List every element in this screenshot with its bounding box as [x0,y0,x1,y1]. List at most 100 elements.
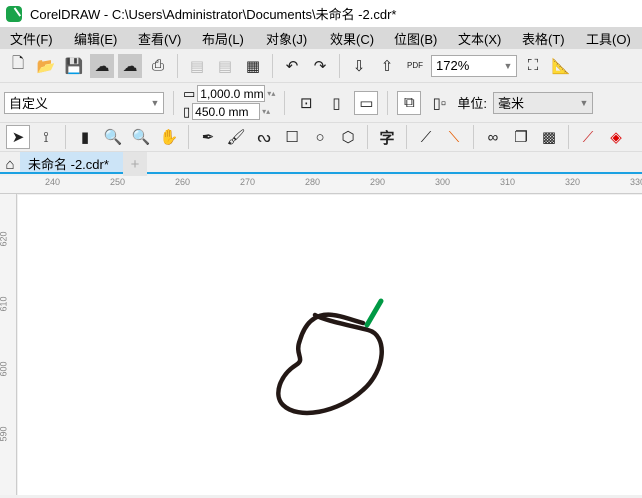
import-icon[interactable]: ⇩ [347,54,371,78]
line-tool-icon[interactable]: ⟋ [414,125,438,149]
ruler-label: 330 [630,177,642,187]
ellipse-tool-icon[interactable]: ○ [308,125,332,149]
page-dimensions: ▭ ▾▴ ▯ ▾▴ [183,85,275,120]
polygon-tool-icon[interactable]: ⬡ [336,125,360,149]
new-document-icon[interactable]: 🗋 [6,54,30,78]
vertical-ruler[interactable]: 620 610 600 590 [0,194,17,495]
units-label: 单位: [457,96,487,111]
pick-tool-icon[interactable]: ➤ [6,125,30,149]
eyedropper-tool-icon[interactable]: ⟋ [576,125,600,149]
text-tool-icon[interactable]: 字 [375,125,399,149]
width-icon: ▭ [183,85,196,101]
height-icon: ▯ [183,103,191,119]
save-icon[interactable]: 💾 [62,54,86,78]
height-spinner[interactable]: ▾▴ [262,107,270,116]
cloud-upload-icon[interactable]: ☁ [118,53,142,78]
ruler-label: 240 [45,177,61,187]
drawing-canvas[interactable] [18,195,642,495]
menu-bar: 文件(F) 编辑(E) 查看(V) 布局(L) 对象(J) 效果(C) 位图(B… [0,27,642,49]
divider [65,125,66,149]
units-value: 毫米 [497,96,524,111]
title-bar: CorelDRAW - C:\Users\Administrator\Docum… [0,0,642,27]
zoom-out-tool-icon[interactable]: 🔍 [129,125,153,149]
drawing [276,298,384,416]
blend-tool-icon[interactable]: ∞ [481,125,505,149]
print-icon[interactable]: ⎙ [146,54,170,78]
zoom-value: 172% [436,58,470,73]
add-tab-icon[interactable]: + [123,152,147,176]
redo-icon[interactable]: ↷ [308,54,332,78]
rectangle-tool-icon[interactable]: ☐ [280,125,304,149]
cloud-download-icon[interactable]: ☁ [90,53,114,78]
ruler-label: 610 [0,296,9,312]
divider [177,53,178,78]
menu-tools[interactable]: 工具(O) [576,29,640,48]
undo-icon[interactable]: ↶ [280,54,304,78]
tab-label: 未命名 -2.cdr* [28,157,109,172]
page-size-value: 自定义 [9,96,49,111]
ruler-label: 310 [500,177,516,187]
shape-tool-icon[interactable]: ⟟ [34,125,58,149]
width-spinner[interactable]: ▾▴ [267,89,275,98]
shadow-tool-icon[interactable]: ❐ [509,125,533,149]
divider [284,90,286,115]
paste-icon[interactable]: ▦ [241,54,265,78]
menu-view[interactable]: 查看(V) [128,29,192,48]
open-icon[interactable]: 📂 [34,54,58,78]
menu-table[interactable]: 表格(T) [512,29,576,48]
menu-text[interactable]: 文本(X) [448,29,512,48]
toolbox: ➤ ⟟ ▮ 🔍 🔍 ✋ ✒ 🖌 ᔓ ☐ ○ ⬡ 字 ⟋ ⟍ ∞ ❐ ▩ ⟋ ◈ [0,123,642,152]
rulers-icon[interactable]: 📐 [549,54,573,78]
divider [339,53,340,78]
transparency-tool-icon[interactable]: ▩ [537,125,561,149]
horizontal-ruler[interactable]: 240 250 260 270 280 290 300 310 320 330 [0,176,642,194]
menu-layout[interactable]: 布局(L) [192,29,256,48]
pen-tool-icon[interactable]: ✒ [196,125,220,149]
cut-icon[interactable]: ▤ [185,54,209,78]
current-page-icon[interactable]: ▯▫ [427,91,451,115]
home-icon[interactable]: ⌂ [0,152,20,176]
menu-bitmaps[interactable]: 位图(B) [384,29,448,48]
menu-file[interactable]: 文件(F) [0,29,64,48]
ruler-label: 300 [435,177,451,187]
menu-effects[interactable]: 效果(C) [320,29,384,48]
all-pages-icon[interactable]: ⧉ [397,90,422,115]
ruler-label: 590 [0,426,9,442]
ruler-label: 280 [305,177,321,187]
stem-line[interactable] [364,298,384,328]
chevron-down-icon: ▼ [579,97,589,108]
connector-tool-icon[interactable]: ⟍ [442,125,466,149]
pdf-export-icon[interactable]: PDF [403,54,427,78]
chevron-down-icon[interactable]: ▼ [500,61,516,71]
landscape-icon[interactable]: ▭ [354,90,379,115]
ruler-label: 260 [175,177,191,187]
divider [568,125,569,149]
full-screen-icon[interactable]: ⛶ [521,54,545,78]
copy-icon[interactable]: ▤ [213,54,237,78]
ruler-label: 600 [0,361,9,377]
divider [473,125,474,149]
blob-shape[interactable] [276,312,384,416]
fill-tool-icon[interactable]: ◈ [604,125,628,149]
portrait-icon[interactable]: ▯ [324,91,348,115]
page-width-input[interactable] [197,85,266,102]
zoom-tool-icon[interactable]: 🔍 [101,125,125,149]
page-height-input[interactable] [192,103,261,120]
tab-document[interactable]: 未命名 -2.cdr* [20,152,123,172]
pan-tool-icon[interactable]: ✋ [157,125,181,149]
curve-tool-icon[interactable]: ᔓ [252,125,276,149]
divider [387,90,389,115]
ruler-label: 320 [565,177,581,187]
crop-tool-icon[interactable]: ▮ [73,125,97,149]
brush-tool-icon[interactable]: 🖌 [224,125,248,149]
menu-edit[interactable]: 编辑(E) [64,29,128,48]
chevron-down-icon: ▼ [150,97,160,108]
menu-object[interactable]: 对象(J) [256,29,320,48]
units-select[interactable]: 毫米 ▼ [492,91,593,114]
standard-toolbar: 🗋 📂 💾 ☁ ☁ ⎙ ▤ ▤ ▦ ↶ ↷ ⇩ ⇧ PDF 172% ▼ ⛶ 📐 [0,49,642,83]
page-size-select[interactable]: 自定义 ▼ [4,91,164,114]
zoom-level-select[interactable]: 172% ▼ [431,54,517,77]
page-orientation-icon[interactable]: ⊡ [294,91,318,115]
export-icon[interactable]: ⇧ [375,54,399,78]
window-title: CorelDRAW - C:\Users\Administrator\Docum… [30,7,397,22]
